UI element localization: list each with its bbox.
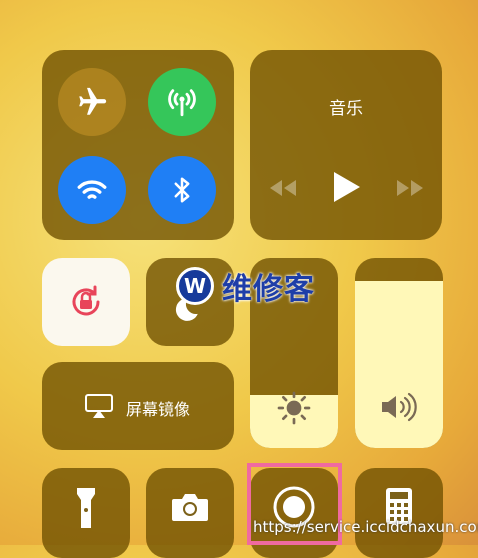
fast-forward-icon[interactable] <box>395 178 425 198</box>
music-panel[interactable]: 音乐 <box>250 50 442 240</box>
bluetooth-icon <box>174 177 190 203</box>
cellular-antenna-icon <box>168 89 196 117</box>
cellular-data-toggle[interactable] <box>148 68 216 136</box>
camera-icon <box>172 494 208 521</box>
screen-mirroring-button[interactable]: 屏幕镜像 <box>42 362 234 450</box>
sun-icon <box>277 391 311 425</box>
watermark-logo: W <box>176 267 214 305</box>
wifi-icon <box>77 180 107 199</box>
rotation-lock-icon <box>72 285 100 316</box>
watermark: W 维修客 <box>176 264 315 308</box>
watermark-text: 维修客 <box>222 272 315 307</box>
source-url: https://service.iccidchaxun.com <box>253 518 478 536</box>
volume-level <box>355 280 443 448</box>
airplane-icon <box>79 87 107 115</box>
wifi-toggle[interactable] <box>58 156 126 224</box>
airplay-icon <box>85 394 113 418</box>
speaker-icon <box>382 392 417 422</box>
rotation-lock-toggle[interactable] <box>42 258 130 346</box>
music-title: 音乐 <box>329 99 363 119</box>
bluetooth-toggle[interactable] <box>148 156 216 224</box>
rewind-icon[interactable] <box>268 178 298 198</box>
volume-slider[interactable] <box>355 258 443 448</box>
airplane-mode-toggle[interactable] <box>58 68 126 136</box>
flashlight-icon <box>77 488 95 528</box>
play-icon[interactable] <box>330 170 362 204</box>
screen-mirroring-label: 屏幕镜像 <box>126 400 191 419</box>
